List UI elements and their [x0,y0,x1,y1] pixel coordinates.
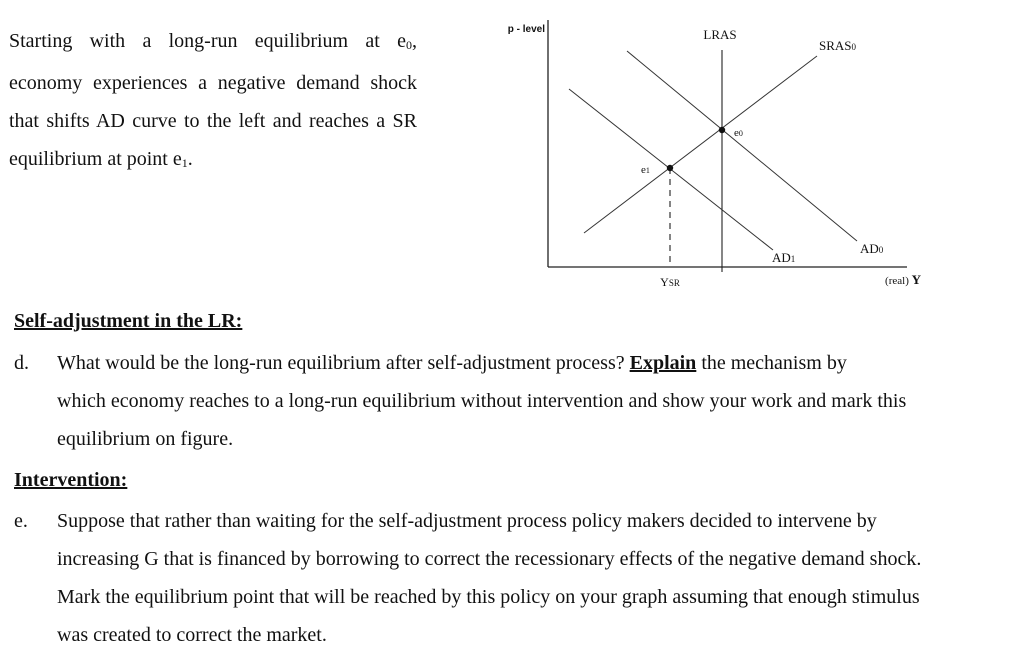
e0-label: e0 [734,127,743,139]
ad1-label: AD1 [772,250,795,265]
intervention-heading: Intervention: [14,469,128,491]
question-d-line-3: equilibrium on figure. [57,428,234,450]
as-ad-diagram-svg: p - level (real) Y LRAS SRAS0 AD0 AD1 YS… [508,20,922,289]
question-e-line-1: Suppose that rather than waiting for the… [57,510,877,532]
question-d-body: What would be the long-run equilibrium a… [57,344,1017,458]
x-axis-label: (real) Y [885,272,922,287]
question-e-letter: e. [14,510,28,532]
ysr-label: YSR [660,275,680,289]
lras-label: LRAS [703,27,736,42]
ad0-label: AD0 [860,241,884,256]
ad0-curve [626,50,858,242]
question-d-letter: d. [14,352,29,374]
sras0-label: SRAS0 [819,38,857,53]
intro-paragraph: Starting with a long-run equilibrium at … [9,22,417,182]
intro-text-1: Starting with a long-run equilibrium at … [9,30,406,52]
question-e-line-4: was created to correct the market. [57,624,327,646]
as-ad-diagram: p - level (real) Y LRAS SRAS0 AD0 AD1 YS… [490,10,930,305]
y-axis-label: p - level [508,24,545,35]
e0-point [718,126,726,134]
question-e-line-2: increasing G that is financed by borrowi… [57,548,922,570]
self-adjustment-heading: Self-adjustment in the LR: [14,310,243,332]
intro-text-end: . [187,148,193,170]
e1-point [666,164,674,172]
question-d-text-2: the mechanism by [696,352,847,374]
question-d-line-2: which economy reaches to a long-run equi… [57,390,907,412]
question-e-line-3: Mark the equilibrium point that will be … [57,586,920,608]
question-d-text-1: What would be the long-run equilibrium a… [57,352,630,374]
e1-label: e1 [641,164,650,176]
question-d-emphasis: Explain [629,352,697,374]
question-e-body: Suppose that rather than waiting for the… [57,502,1017,654]
sras0-curve [583,55,818,234]
